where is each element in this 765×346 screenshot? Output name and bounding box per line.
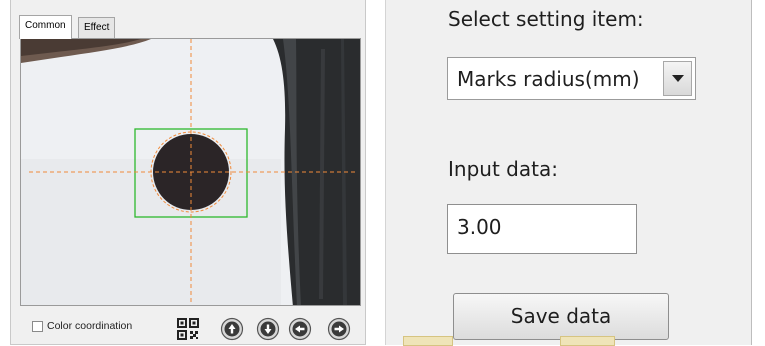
save-data-button[interactable]: Save data <box>453 293 669 340</box>
move-right-icon[interactable] <box>327 317 351 341</box>
camera-view[interactable] <box>20 38 361 306</box>
move-left-icon[interactable] <box>288 317 312 341</box>
chevron-down-icon <box>671 74 684 82</box>
input-data-field[interactable]: 3.00 <box>447 204 637 254</box>
select-setting-label: Select setting item: <box>448 7 644 31</box>
tab-common[interactable]: Common <box>19 15 72 39</box>
camera-panel: Common Effect Color coordination <box>10 0 366 345</box>
setting-item-value: Marks radius(mm) <box>457 67 640 91</box>
move-down-icon[interactable] <box>256 317 280 341</box>
move-up-icon[interactable] <box>220 317 244 341</box>
color-coordination-checkbox[interactable]: Color coordination <box>32 320 132 332</box>
camera-image <box>21 39 360 305</box>
checkbox-box[interactable] <box>32 320 43 332</box>
settings-panel: Select setting item: Marks radius(mm) In… <box>385 0 752 345</box>
dropdown-arrow-button[interactable] <box>663 61 692 96</box>
qr-code-icon[interactable] <box>177 318 199 340</box>
tab-effect[interactable]: Effect <box>78 17 116 38</box>
input-data-label: Input data: <box>448 157 558 181</box>
camera-toolbar: Color coordination <box>11 312 367 345</box>
setting-item-select[interactable]: Marks radius(mm) <box>447 57 696 100</box>
color-coordination-label: Color coordination <box>47 320 133 332</box>
